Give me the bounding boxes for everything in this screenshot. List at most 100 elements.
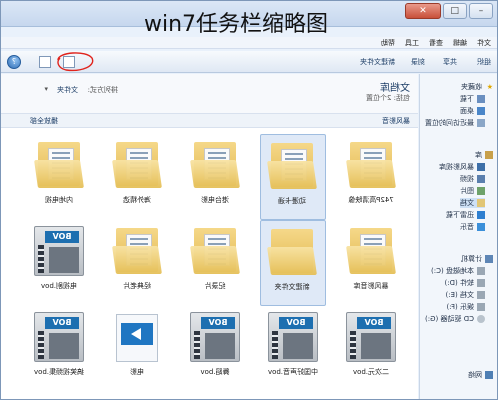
sidebar-item-recent[interactable]: 最近访问的位置 xyxy=(425,118,485,128)
minimize-icon: – xyxy=(478,6,484,16)
file-tile[interactable]: 港台电影 xyxy=(182,134,248,220)
arrange-by-label: 排列方式: xyxy=(87,86,118,94)
media-file-icon xyxy=(116,314,158,362)
folder-icon xyxy=(112,224,162,278)
sidebar-item-libraries[interactable]: 库 xyxy=(475,150,493,160)
file-tile[interactable]: 742P高清映像 xyxy=(338,134,404,220)
file-tile[interactable]: 暴风影音库 xyxy=(338,220,404,306)
sidebar-item-storm-library[interactable]: 暴风影视库 xyxy=(439,162,485,172)
help-button[interactable]: ? xyxy=(7,55,21,69)
video-library-icon xyxy=(477,163,485,171)
sidebar-item-desktop[interactable]: 桌面 xyxy=(460,106,485,116)
file-label: 742P高清映像 xyxy=(348,196,394,204)
chevron-down-icon[interactable]: ▾ xyxy=(44,85,48,93)
sidebar-item-thunder[interactable]: 迅雷下载 xyxy=(446,210,485,220)
file-label: 动漫卡通 xyxy=(278,197,306,205)
file-label: 内地电视 xyxy=(45,196,73,204)
storm-player-link[interactable]: 暴风影音 xyxy=(382,116,410,126)
video-file-icon: BOV xyxy=(190,312,240,362)
sidebar-item-drive-g[interactable]: CD 驱动器 (G:) xyxy=(425,314,485,324)
file-tile[interactable]: BOV 搞笑视频集.bov xyxy=(26,306,92,392)
burn-button[interactable]: 刻录 xyxy=(411,57,425,67)
menu-help[interactable]: 帮助 xyxy=(381,38,395,48)
file-label: 舞蹈.bov xyxy=(200,368,230,376)
video-file-icon: BOV xyxy=(34,312,84,362)
sidebar-item-music[interactable]: 音乐 xyxy=(460,222,485,232)
folder-icon xyxy=(190,138,240,192)
video-icon xyxy=(477,175,485,183)
maximize-icon: □ xyxy=(450,6,460,16)
menu-file[interactable]: 文件 xyxy=(477,38,491,48)
sidebar-item-drive-c[interactable]: 本地磁盘 (C:) xyxy=(431,266,485,276)
thunder-icon xyxy=(477,211,485,219)
organize-button[interactable]: 组织 xyxy=(477,57,491,67)
file-label: 港台电影 xyxy=(201,196,229,204)
file-tile[interactable]: BOV 中国好声音.bov xyxy=(260,306,326,392)
file-tile[interactable]: BOV 电视剧.bov xyxy=(26,220,92,306)
article-title: win7任务栏缩略图 xyxy=(144,12,329,37)
file-tile[interactable]: BOV 舞蹈.bov xyxy=(182,306,248,392)
close-button[interactable]: ✕ xyxy=(405,3,441,19)
play-all-button[interactable]: 播放全部 xyxy=(30,116,58,126)
recent-icon xyxy=(477,119,485,127)
folder-icon xyxy=(34,138,84,192)
cd-icon xyxy=(477,315,485,323)
menu-edit[interactable]: 编辑 xyxy=(453,38,467,48)
music-icon xyxy=(477,223,485,231)
sidebar-item-downloads[interactable]: 下载 xyxy=(460,94,485,104)
file-list-pane: 文档库 包括: 2个位置 排列方式: 文件夹 ▾ 暴风影音 播放全部 742P高… xyxy=(0,74,418,400)
navigation-pane: ★ 收藏夹 下载 桌面 最近访问的位置 库 暴风影视库 视频 图片 文档 迅雷下载… xyxy=(419,74,497,400)
file-tile[interactable]: 内地电视 xyxy=(26,134,92,220)
desktop-icon xyxy=(477,107,485,115)
folder-icon xyxy=(267,225,317,279)
sidebar-item-drive-e[interactable]: 文档 (E:) xyxy=(446,290,485,300)
preview-pane-icon[interactable] xyxy=(39,56,51,68)
maximize-button[interactable]: □ xyxy=(443,3,467,19)
file-label: 暴风影音库 xyxy=(353,282,389,290)
library-subtitle: 包括: 2个位置 xyxy=(365,94,410,102)
drive-icon xyxy=(477,267,485,275)
new-folder-button[interactable]: 新建文件夹 xyxy=(360,57,395,67)
menu-tools[interactable]: 工具 xyxy=(405,38,419,48)
file-label: 电影 xyxy=(130,368,144,376)
sidebar-item-pictures[interactable]: 图片 xyxy=(460,186,485,196)
file-label: 电视剧.bov xyxy=(40,282,78,290)
share-button[interactable]: 共享 xyxy=(443,57,457,67)
folder-icon xyxy=(346,224,396,278)
download-icon xyxy=(477,95,485,103)
help-icon: ? xyxy=(11,57,17,66)
file-tile[interactable]: 动漫卡通 xyxy=(260,134,326,220)
sidebar-item-drive-f[interactable]: 娱乐 (F:) xyxy=(446,302,485,312)
network-icon xyxy=(485,371,493,379)
file-tile[interactable]: BOV 二次元.bov xyxy=(338,306,404,392)
file-tile[interactable]: 经典老片 xyxy=(104,220,170,306)
file-tile[interactable]: 纪录片 xyxy=(182,220,248,306)
drive-icon xyxy=(477,291,485,299)
drive-icon xyxy=(477,279,485,287)
close-icon: ✕ xyxy=(419,6,427,16)
sidebar-item-drive-d[interactable]: 软件 (D:) xyxy=(445,278,485,288)
red-annotation-circle xyxy=(57,52,94,72)
file-label: 中国好声音.bov xyxy=(267,368,319,376)
picture-icon xyxy=(477,187,485,195)
star-icon: ★ xyxy=(486,83,493,91)
sidebar-item-computer[interactable]: 计算机 xyxy=(461,254,493,264)
file-label: 搞笑视频集.bov xyxy=(33,368,85,376)
menu-view[interactable]: 查看 xyxy=(429,38,443,48)
video-file-icon: BOV xyxy=(346,312,396,362)
file-label: 纪录片 xyxy=(204,282,226,290)
sidebar-item-videos[interactable]: 视频 xyxy=(460,174,485,184)
sidebar-item-favorites[interactable]: ★ 收藏夹 xyxy=(461,82,493,92)
file-tile[interactable]: 新建文件夹 xyxy=(260,220,326,306)
file-label: 经典老片 xyxy=(123,282,151,290)
file-tile[interactable]: 电影 xyxy=(104,306,170,392)
file-label: 二次元.bov xyxy=(352,368,390,376)
arrange-by-dropdown[interactable]: 文件夹 xyxy=(57,85,78,95)
minimize-button[interactable]: – xyxy=(469,3,493,19)
sidebar-item-network[interactable]: 网络 xyxy=(468,370,493,380)
sidebar-item-documents[interactable]: 文档 xyxy=(460,198,485,208)
folder-icon xyxy=(267,139,317,193)
document-icon xyxy=(477,199,485,207)
library-title: 文档库 xyxy=(380,83,410,94)
file-tile[interactable]: 海外精选 xyxy=(104,134,170,220)
